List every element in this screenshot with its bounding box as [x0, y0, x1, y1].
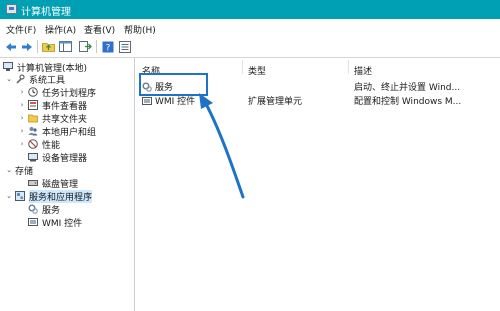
annotation-arrow-icon	[199, 93, 245, 199]
